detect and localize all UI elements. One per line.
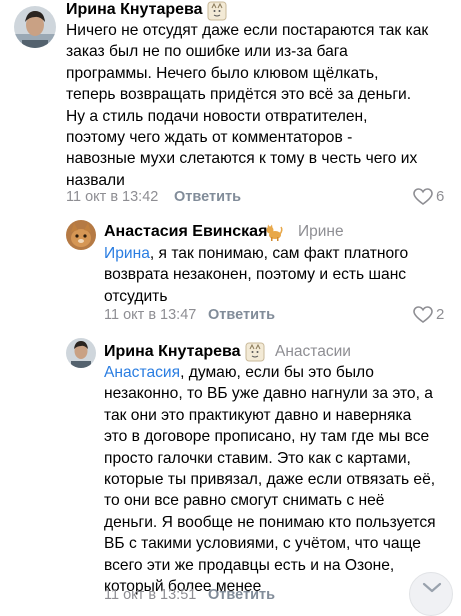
- author-name[interactable]: Ирина Кнутарева: [66, 0, 203, 20]
- comment-timestamp: 11 окт в 13:51: [104, 587, 197, 603]
- comment-text: Ирина, я так понимаю, сам факт платного …: [104, 245, 409, 305]
- comment-3: Ирина Кнутарева Анастасии Анастасия, дум…: [0, 330, 461, 604]
- chevron-down-icon: [422, 582, 442, 593]
- avatar-photo: [66, 220, 96, 250]
- mention-link[interactable]: Анастасия: [104, 364, 180, 381]
- avatar[interactable]: [66, 338, 96, 368]
- heart-icon[interactable]: [413, 188, 433, 206]
- like-count: 6: [436, 188, 445, 205]
- comment-1: Ирина Кнутарева Ничего не отсудят даже е…: [0, 0, 461, 212]
- comment-timestamp: 11 окт в 13:42: [66, 189, 159, 205]
- reply-button[interactable]: Ответить: [174, 188, 241, 206]
- reply-button[interactable]: Ответить: [208, 306, 275, 324]
- cat-face-icon: [207, 1, 227, 21]
- comment-2: Анастасия Евинская Ирине Ирина, я так по…: [0, 212, 461, 330]
- reply-button[interactable]: Ответить: [208, 586, 275, 604]
- avatar-photo: [14, 6, 56, 48]
- avatar[interactable]: [14, 6, 56, 48]
- cat-face-icon: [245, 342, 265, 362]
- reply-to-label[interactable]: Анастасии: [275, 342, 351, 362]
- author-name[interactable]: Анастасия Евинская: [104, 222, 267, 242]
- heart-icon[interactable]: [413, 306, 433, 324]
- like-count: 2: [436, 306, 445, 323]
- comment-timestamp: 11 окт в 13:47: [104, 307, 197, 323]
- cat-icon: [264, 222, 284, 242]
- avatar[interactable]: [66, 220, 96, 250]
- mention-link[interactable]: Ирина: [104, 245, 150, 262]
- comment-text: Ничего не отсудят даже если постараются …: [66, 22, 429, 189]
- scroll-down-button[interactable]: [409, 572, 453, 616]
- reply-to-label[interactable]: Ирине: [298, 222, 344, 242]
- author-name[interactable]: Ирина Кнутарева: [104, 342, 241, 362]
- comment-text: Анастасия, думаю, если бы это было незак…: [104, 364, 436, 596]
- avatar-photo: [66, 338, 96, 368]
